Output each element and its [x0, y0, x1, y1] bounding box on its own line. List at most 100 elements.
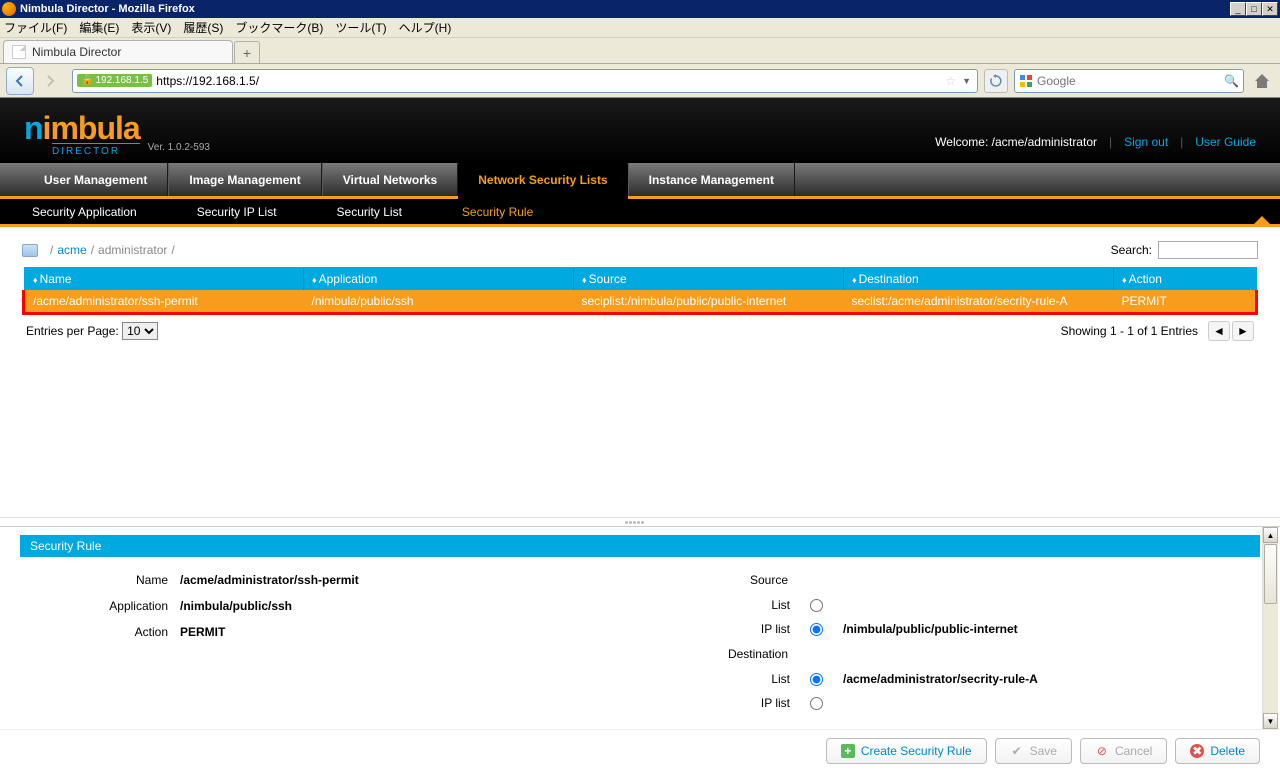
vertical-scrollbar[interactable]: ▲ ▼ [1262, 527, 1278, 729]
page-icon [12, 45, 26, 59]
save-icon: ✔ [1010, 744, 1024, 758]
splitter-handle[interactable] [0, 517, 1280, 527]
nav-instance-management[interactable]: Instance Management [628, 163, 795, 196]
window-titlebar: Nimbula Director - Mozilla Firefox _ □ ✕ [0, 0, 1280, 18]
subnav-security-list[interactable]: Security List [337, 205, 402, 219]
delete-icon: ✖ [1190, 744, 1204, 758]
col-application[interactable]: ♦Application [304, 267, 574, 291]
menu-bookmarks[interactable]: ブックマーク(B) [235, 19, 323, 36]
lock-icon: 🔒 [81, 75, 93, 86]
detail-action-value: PERMIT [180, 625, 225, 639]
col-destination[interactable]: ♦Destination [844, 267, 1114, 291]
detail-name-label: Name [20, 573, 180, 587]
col-name[interactable]: ♦Name [24, 267, 304, 291]
firefox-icon [2, 2, 16, 16]
home-button[interactable] [1250, 69, 1274, 93]
reload-button[interactable] [984, 69, 1008, 93]
userguide-link[interactable]: User Guide [1195, 135, 1256, 149]
sort-icon: ♦ [1122, 275, 1127, 285]
back-button[interactable] [6, 67, 34, 95]
url-box[interactable]: 🔒 192.168.1.5 ☆ ▼ [72, 69, 978, 93]
menu-file[interactable]: ファイル(F) [4, 19, 67, 36]
welcome-label: Welcome: /acme/administrator [935, 135, 1097, 149]
detail-src-list-label: List [640, 598, 810, 612]
menu-history[interactable]: 履歴(S) [183, 19, 223, 36]
detail-dst-list-radio[interactable] [810, 673, 823, 686]
col-source[interactable]: ♦Source [574, 267, 844, 291]
bookmark-star-icon[interactable]: ☆ [945, 74, 956, 88]
scroll-down-icon[interactable]: ▼ [1263, 713, 1278, 729]
delete-button[interactable]: ✖ Delete [1175, 738, 1260, 764]
menu-view[interactable]: 表示(V) [131, 19, 171, 36]
detail-src-iplist-label: IP list [640, 622, 810, 636]
nav-user-management[interactable]: User Management [24, 163, 168, 196]
nimbula-logo: nimbula [24, 110, 140, 147]
detail-src-list-radio[interactable] [810, 599, 823, 612]
cell-action: PERMIT [1114, 290, 1257, 314]
minimize-button[interactable]: _ [1230, 2, 1246, 16]
close-button[interactable]: ✕ [1262, 2, 1278, 16]
detail-app-label: Application [20, 599, 180, 613]
nav-image-management[interactable]: Image Management [168, 163, 321, 196]
search-input[interactable] [1037, 74, 1224, 88]
pager-select[interactable]: 10 [122, 322, 158, 340]
sort-icon: ♦ [852, 275, 857, 285]
detail-dst-iplist-radio[interactable] [810, 697, 823, 710]
menu-help[interactable]: ヘルプ(H) [399, 19, 452, 36]
search-icon[interactable]: 🔍 [1224, 74, 1239, 88]
detail-src-iplist-value: /nimbula/public/public-internet [843, 622, 1018, 636]
breadcrumb-admin: administrator [98, 243, 167, 257]
search-box[interactable]: 🔍 [1014, 69, 1244, 93]
detail-action-label: Action [20, 625, 180, 639]
detail-dest-label: Destination [640, 647, 800, 661]
save-button[interactable]: ✔ Save [995, 738, 1072, 764]
browser-tab[interactable]: Nimbula Director [3, 40, 233, 63]
folder-icon [22, 244, 38, 257]
url-input[interactable] [156, 74, 941, 88]
detail-src-iplist-radio[interactable] [810, 623, 823, 636]
new-tab-button[interactable]: + [234, 41, 260, 63]
subnav-security-application[interactable]: Security Application [32, 205, 137, 219]
detail-dst-list-value: /acme/administrator/secrity-rule-A [843, 672, 1038, 686]
detail-area: Security Rule Name /acme/administrator/s… [0, 517, 1280, 774]
detail-dst-iplist-label: IP list [640, 696, 810, 710]
subnav-security-rule[interactable]: Security Rule [462, 205, 533, 219]
plus-icon: + [841, 744, 855, 758]
search-label: Search: [1111, 243, 1152, 257]
table-row[interactable]: /acme/administrator/ssh-permit /nimbula/… [24, 290, 1257, 314]
ssl-badge: 🔒 192.168.1.5 [77, 74, 152, 87]
detail-panel-title: Security Rule [20, 535, 1260, 557]
cell-name: /acme/administrator/ssh-permit [24, 290, 304, 314]
pager-info: Showing 1 - 1 of 1 Entries [1061, 324, 1198, 338]
forward-button[interactable] [36, 67, 64, 95]
cell-app: /nimbula/public/ssh [304, 290, 574, 314]
button-bar: + Create Security Rule ✔ Save ⊘ Cancel ✖… [0, 729, 1280, 774]
cell-src: seciplist:/nimbula/public/public-interne… [574, 290, 844, 314]
ssl-host: 192.168.1.5 [95, 75, 148, 86]
url-dropdown-icon[interactable]: ▼ [962, 76, 971, 86]
cell-dst: seclist:/acme/administrator/secrity-rule… [844, 290, 1114, 314]
cancel-button[interactable]: ⊘ Cancel [1080, 738, 1167, 764]
pager-next-button[interactable]: ► [1232, 321, 1254, 341]
nav-virtual-networks[interactable]: Virtual Networks [322, 163, 458, 196]
browser-tabbar: Nimbula Director + [0, 38, 1280, 64]
signout-link[interactable]: Sign out [1124, 135, 1168, 149]
breadcrumb-search-input[interactable] [1158, 241, 1258, 259]
menu-edit[interactable]: 編集(E) [79, 19, 119, 36]
page-content: nimbula DIRECTOR Ver. 1.0.2-593 Welcome:… [0, 98, 1280, 774]
breadcrumb: / acme / administrator / Search: [22, 235, 1258, 265]
maximize-button[interactable]: □ [1246, 2, 1262, 16]
nav-network-security-lists[interactable]: Network Security Lists [458, 161, 627, 199]
menu-tools[interactable]: ツール(T) [335, 19, 386, 36]
security-rule-table: ♦Name ♦Application ♦Source ♦Destination … [22, 265, 1258, 315]
create-security-rule-button[interactable]: + Create Security Rule [826, 738, 987, 764]
tab-title: Nimbula Director [32, 45, 121, 59]
pager-prev-button[interactable]: ◄ [1208, 321, 1230, 341]
version-label: Ver. 1.0.2-593 [148, 142, 210, 153]
breadcrumb-acme[interactable]: acme [57, 243, 86, 257]
subnav-expand-icon[interactable] [1254, 216, 1270, 224]
col-action[interactable]: ♦Action [1114, 267, 1257, 291]
subnav-security-iplist[interactable]: Security IP List [197, 205, 277, 219]
scroll-thumb[interactable] [1264, 544, 1277, 604]
scroll-up-icon[interactable]: ▲ [1263, 527, 1278, 543]
